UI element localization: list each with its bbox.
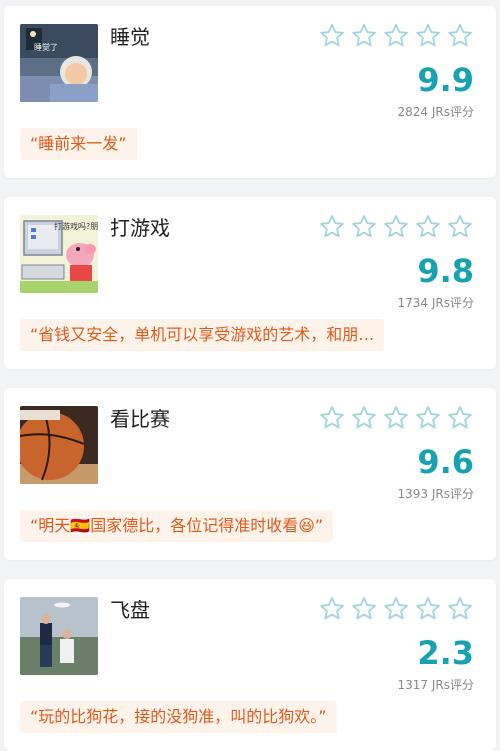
- rating-card[interactable]: 飞盘 2.3 1317 JRs评分 “玩的比狗花，接的没狗准，叫的比狗欢。”: [4, 579, 496, 751]
- star-rating[interactable]: [318, 213, 474, 241]
- top-comment[interactable]: “省钱又安全，单机可以享受游戏的艺术，和朋…: [20, 319, 385, 351]
- star-outline-icon[interactable]: [350, 22, 378, 50]
- star-outline-icon[interactable]: [318, 22, 346, 50]
- svg-text:打游戏吗?朋友: 打游戏吗?朋友: [54, 221, 98, 231]
- item-title: 飞盘: [110, 598, 150, 622]
- star-outline-icon[interactable]: [318, 404, 346, 432]
- frisbee-players-thumbnail[interactable]: [20, 597, 98, 675]
- average-score: 2.3: [417, 634, 474, 672]
- star-rating[interactable]: [318, 404, 474, 432]
- top-comment[interactable]: “玩的比狗花，接的没狗准，叫的比狗欢。”: [20, 701, 337, 733]
- star-rating[interactable]: [318, 22, 474, 50]
- average-score: 9.6: [417, 443, 474, 481]
- star-outline-icon[interactable]: [414, 404, 442, 432]
- star-outline-icon[interactable]: [318, 595, 346, 623]
- rating-list: 睡觉了 睡觉 9.9 2824 JRs评分 “睡前来一发” 打游戏吗?朋 打游戏…: [0, 0, 500, 751]
- item-title: 看比赛: [110, 407, 170, 431]
- peppa-pig-computer-thumbnail[interactable]: 打游戏吗?朋友: [20, 215, 98, 293]
- rating-count: 1317 JRs评分: [397, 678, 474, 692]
- rating-card[interactable]: 打游戏吗?朋友 打游戏 9.8 1734 JRs评分 “省钱又安全，单机可以享受…: [4, 197, 496, 369]
- svg-text:睡觉了: 睡觉了: [34, 42, 58, 52]
- rating-count: 1734 JRs评分: [397, 296, 474, 310]
- average-score: 9.9: [417, 61, 474, 99]
- star-outline-icon[interactable]: [446, 213, 474, 241]
- star-outline-icon[interactable]: [382, 595, 410, 623]
- star-outline-icon[interactable]: [350, 213, 378, 241]
- item-title: 睡觉: [110, 25, 150, 49]
- sleeping-cartoon-thumbnail[interactable]: 睡觉了: [20, 24, 98, 102]
- star-outline-icon[interactable]: [446, 404, 474, 432]
- star-outline-icon[interactable]: [350, 595, 378, 623]
- star-outline-icon[interactable]: [414, 595, 442, 623]
- top-comment[interactable]: “明天🇪🇸国家德比，各位记得准时收看😆”: [20, 510, 334, 542]
- star-outline-icon[interactable]: [318, 213, 346, 241]
- star-outline-icon[interactable]: [350, 404, 378, 432]
- top-comment[interactable]: “睡前来一发”: [20, 128, 137, 160]
- star-outline-icon[interactable]: [446, 22, 474, 50]
- star-outline-icon[interactable]: [382, 22, 410, 50]
- average-score: 9.8: [417, 252, 474, 290]
- star-rating[interactable]: [318, 595, 474, 623]
- basketball-thumbnail[interactable]: [20, 406, 98, 484]
- star-outline-icon[interactable]: [414, 22, 442, 50]
- star-outline-icon[interactable]: [382, 213, 410, 241]
- rating-card[interactable]: 看比赛 9.6 1393 JRs评分 “明天🇪🇸国家德比，各位记得准时收看😆”: [4, 388, 496, 560]
- star-outline-icon[interactable]: [382, 404, 410, 432]
- star-outline-icon[interactable]: [414, 213, 442, 241]
- rating-card[interactable]: 睡觉了 睡觉 9.9 2824 JRs评分 “睡前来一发”: [4, 6, 496, 178]
- rating-count: 1393 JRs评分: [397, 487, 474, 501]
- star-outline-icon[interactable]: [446, 595, 474, 623]
- rating-count: 2824 JRs评分: [397, 105, 474, 119]
- item-title: 打游戏: [110, 216, 170, 240]
